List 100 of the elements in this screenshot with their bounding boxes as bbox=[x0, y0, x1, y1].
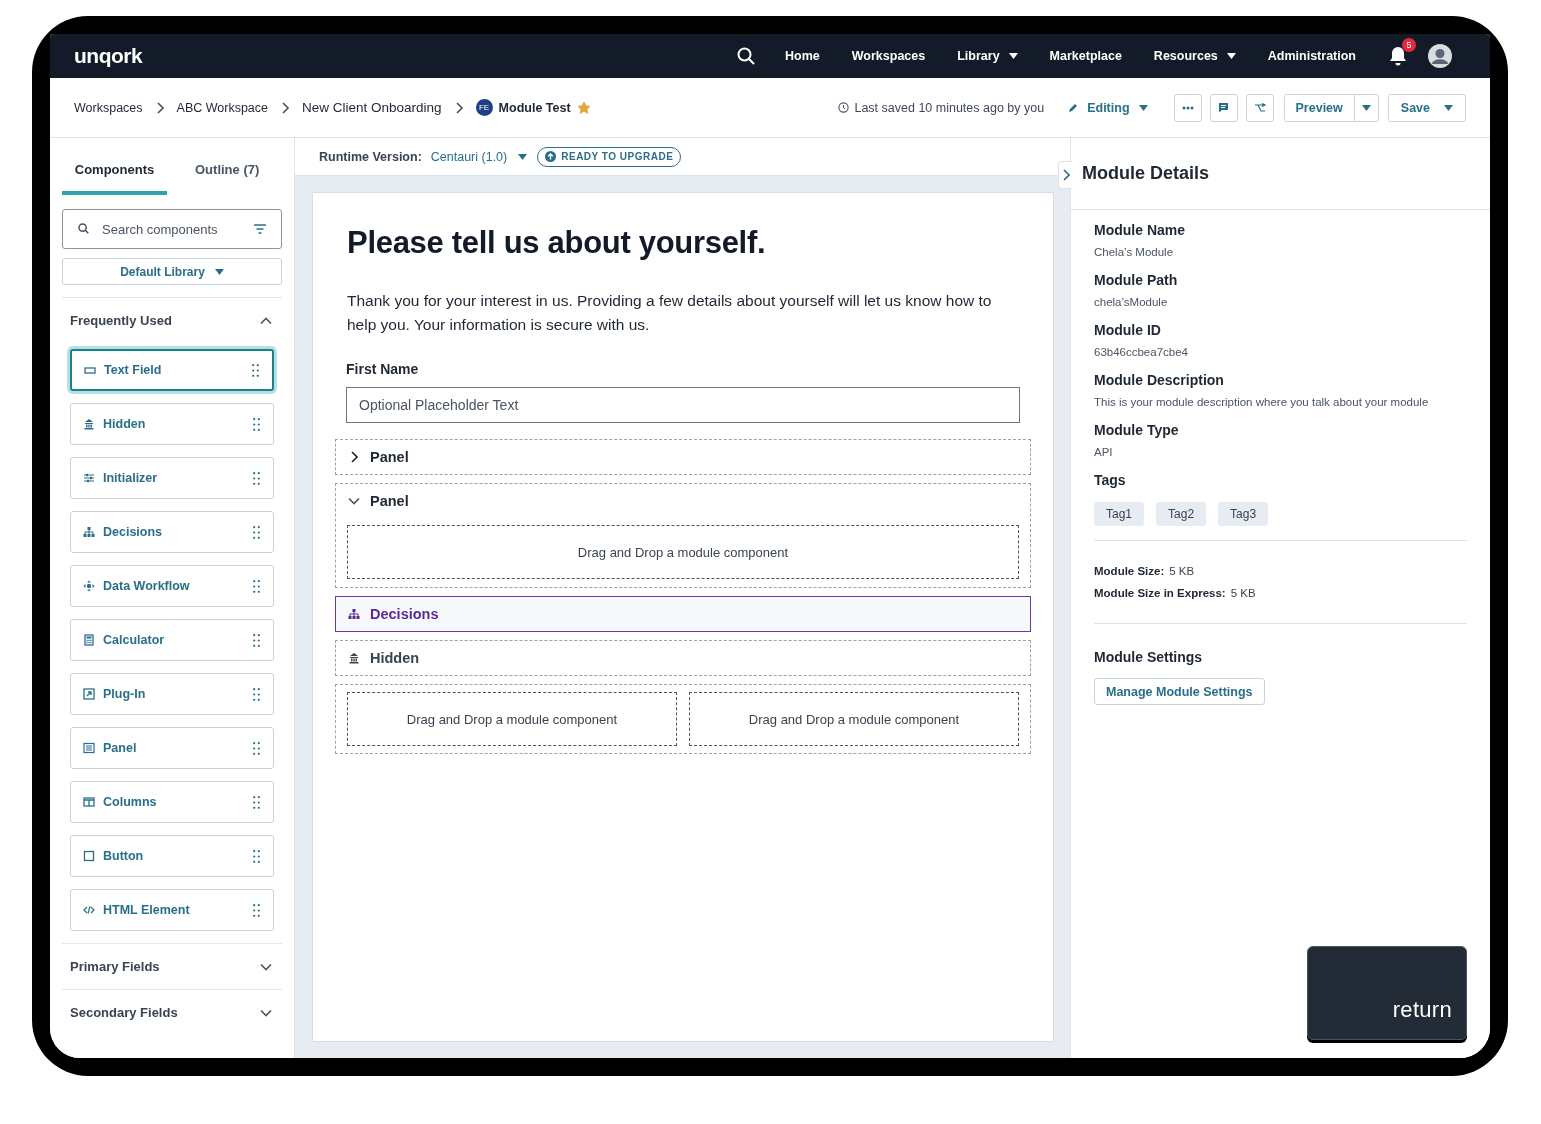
detail-value: This is your module description where you talk about your module bbox=[1094, 396, 1430, 408]
panel-title: Panel bbox=[370, 493, 409, 509]
nav-link[interactable]: Resources bbox=[1137, 49, 1252, 63]
clock-icon bbox=[838, 102, 850, 113]
drag-handle-icon bbox=[253, 687, 260, 701]
drop-zone[interactable]: Drag and Drop a module component bbox=[347, 692, 677, 746]
list-box-icon bbox=[83, 742, 95, 754]
component-item[interactable]: Initializer bbox=[70, 457, 274, 499]
hidden-block[interactable]: Hidden bbox=[335, 640, 1031, 676]
decisions-block[interactable]: Decisions bbox=[335, 596, 1031, 632]
hierarchy-icon bbox=[348, 608, 360, 620]
component-item[interactable]: Calculator bbox=[70, 619, 274, 661]
nav-link[interactable]: Home bbox=[769, 49, 836, 63]
square-icon bbox=[83, 850, 95, 862]
module-title: Module Test bbox=[498, 100, 571, 115]
preview-button[interactable]: Preview bbox=[1283, 93, 1355, 122]
block-title: Decisions bbox=[370, 606, 439, 622]
building-icon bbox=[83, 418, 95, 430]
drag-handle-icon bbox=[253, 471, 260, 485]
breadcrumb-link[interactable]: Workspaces bbox=[74, 100, 143, 115]
drag-handle-icon bbox=[253, 579, 260, 593]
return-key[interactable]: return bbox=[1307, 946, 1467, 1040]
component-item[interactable]: Panel bbox=[70, 727, 274, 769]
drop-zone[interactable]: Drag and Drop a module component bbox=[347, 525, 1019, 579]
detail-label: Module Path bbox=[1094, 272, 1179, 288]
nav-link[interactable]: Workspaces bbox=[835, 49, 942, 63]
preview-menu-button[interactable] bbox=[1354, 93, 1379, 122]
detail-label: Module Name bbox=[1094, 222, 1186, 238]
star-icon[interactable] bbox=[576, 100, 591, 115]
section-header[interactable]: Secondary Fields bbox=[62, 990, 282, 1035]
filter-icon bbox=[254, 224, 266, 234]
component-item[interactable]: Columns bbox=[70, 781, 274, 823]
nav-link[interactable]: Administration bbox=[1251, 49, 1372, 63]
chevron-right-icon bbox=[1061, 169, 1070, 181]
runtime-dropdown[interactable]: Centauri (1.0) bbox=[430, 149, 528, 164]
tag: Tag1 bbox=[1094, 502, 1145, 526]
comment-button[interactable] bbox=[1209, 93, 1238, 122]
size-value: 5 KB bbox=[1169, 565, 1195, 577]
building-icon bbox=[348, 652, 360, 664]
nav-link[interactable]: Library bbox=[941, 49, 1034, 63]
size-label: Module Size in Express: bbox=[1094, 587, 1226, 599]
notification-badge: 5 bbox=[1402, 38, 1416, 52]
hierarchy-icon bbox=[83, 526, 95, 538]
search-field[interactable]: Search components bbox=[62, 209, 282, 249]
more-icon bbox=[1181, 105, 1194, 110]
panel-block[interactable]: Panel bbox=[335, 439, 1031, 475]
chevron-right-icon bbox=[155, 101, 164, 114]
move-arrows-icon bbox=[83, 580, 95, 592]
size-value: 5 KB bbox=[1230, 587, 1256, 599]
detail-value: API bbox=[1094, 446, 1114, 458]
logo[interactable]: unqork bbox=[74, 44, 738, 68]
component-item[interactable]: Hidden bbox=[70, 403, 274, 445]
save-button[interactable]: Save bbox=[1387, 93, 1466, 122]
comment-icon bbox=[1218, 102, 1230, 113]
section-header[interactable]: Primary Fields bbox=[62, 944, 282, 989]
caret-icon bbox=[518, 153, 528, 160]
module-badge: FE bbox=[475, 99, 493, 116]
detail-label: Module ID bbox=[1094, 322, 1162, 338]
branch-icon bbox=[1253, 102, 1266, 113]
component-item[interactable]: HTML Element bbox=[70, 889, 274, 931]
drag-handle-icon bbox=[253, 795, 260, 809]
code-icon bbox=[83, 904, 95, 916]
section-header[interactable]: Frequently Used bbox=[62, 298, 282, 343]
external-link-icon bbox=[83, 688, 95, 700]
caret-icon bbox=[1138, 104, 1148, 111]
detail-label: Module Type bbox=[1094, 422, 1180, 438]
drag-handle-icon bbox=[253, 849, 260, 863]
manage-settings-button[interactable]: Manage Module Settings bbox=[1094, 678, 1265, 705]
avatar-icon bbox=[1428, 44, 1452, 68]
breadcrumb-link[interactable]: New Client Onboarding bbox=[302, 100, 442, 115]
field-label: First Name bbox=[346, 361, 420, 377]
text-input[interactable]: Optional Placeholder Text bbox=[346, 387, 1020, 423]
runtime-label: Runtime Version: bbox=[319, 149, 422, 164]
detail-value: Chela’s Module bbox=[1094, 246, 1175, 258]
drop-zone[interactable]: Drag and Drop a module component bbox=[689, 692, 1019, 746]
component-item[interactable]: Data Workflow bbox=[70, 565, 274, 607]
pencil-icon bbox=[1068, 102, 1079, 113]
chevron-right-icon bbox=[454, 101, 463, 114]
nav-link[interactable]: Marketplace bbox=[1033, 49, 1138, 63]
tag: Tag3 bbox=[1218, 502, 1269, 526]
drag-handle-icon bbox=[253, 417, 260, 431]
panel-title: Module Details bbox=[1082, 163, 1210, 184]
drag-handle-icon bbox=[253, 633, 260, 647]
sidebar-tab[interactable]: Components bbox=[62, 138, 167, 195]
component-item[interactable]: Plug-In bbox=[70, 673, 274, 715]
columns-block[interactable]: Drag and Drop a module component Drag and Drop a module component bbox=[335, 684, 1031, 754]
collapse-tab[interactable] bbox=[1058, 161, 1072, 189]
component-item[interactable]: Decisions bbox=[70, 511, 274, 553]
breadcrumb-link[interactable]: ABC Workspace bbox=[176, 100, 268, 115]
component-item[interactable]: Button bbox=[70, 835, 274, 877]
detail-label: Module Settings bbox=[1094, 649, 1204, 665]
panel-block[interactable]: Panel Drag and Drop a module component bbox=[335, 483, 1031, 588]
chevron-right-icon bbox=[281, 101, 289, 114]
sidebar-tab[interactable]: Outline (7) bbox=[183, 138, 272, 195]
drag-handle-icon bbox=[253, 741, 260, 755]
detail-label: Tags bbox=[1094, 472, 1127, 488]
calculator-icon bbox=[83, 634, 95, 646]
block-title: Hidden bbox=[370, 650, 420, 666]
component-item[interactable]: Text Field bbox=[70, 349, 274, 391]
library-dropdown[interactable]: Default Library bbox=[62, 258, 282, 285]
